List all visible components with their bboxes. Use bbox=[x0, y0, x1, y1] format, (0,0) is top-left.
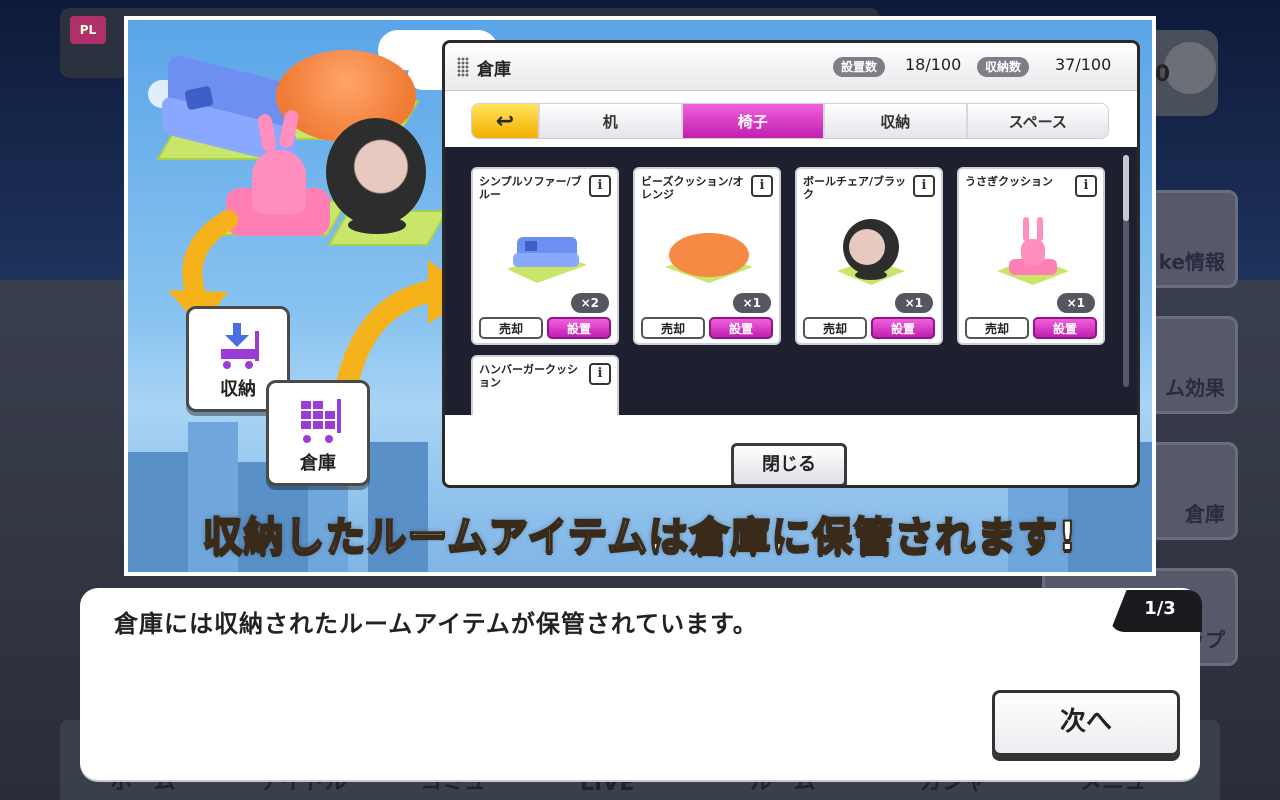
item-name: シンプルソファー/ブルー bbox=[479, 175, 582, 201]
tab-storage[interactable]: 収納 bbox=[825, 104, 968, 138]
tutorial-image: 収納 倉庫 倉庫 設置数 18/100 収納数 37/100 ↩ 机 椅子 収納… bbox=[128, 20, 1152, 572]
back-arrow-icon[interactable]: ↩ bbox=[472, 104, 540, 138]
ball-chair-illustration bbox=[326, 118, 426, 226]
stored-count-value: 37/100 bbox=[1055, 55, 1112, 74]
item-quantity: ×1 bbox=[732, 293, 771, 313]
item-quantity: ×1 bbox=[1056, 293, 1095, 313]
info-icon[interactable]: i bbox=[1075, 175, 1097, 197]
place-button[interactable]: 設置 bbox=[1033, 317, 1097, 339]
place-button[interactable]: 設置 bbox=[709, 317, 773, 339]
item-name: うさぎクッション bbox=[965, 175, 1053, 188]
bunny-cushion-illustration bbox=[252, 150, 306, 214]
cart-warehouse-icon bbox=[301, 399, 341, 443]
caption-text-after: に保管されます! bbox=[770, 513, 1078, 561]
warehouse-header: 倉庫 設置数 18/100 収納数 37/100 bbox=[445, 43, 1137, 91]
info-icon[interactable]: i bbox=[751, 175, 773, 197]
cart-store-icon bbox=[221, 323, 259, 369]
warehouse-action-label: 倉庫 bbox=[300, 453, 336, 474]
placed-count-label: 設置数 bbox=[833, 57, 886, 77]
item-name: ボールチェア/ブラック bbox=[803, 175, 907, 201]
info-icon[interactable]: i bbox=[589, 175, 611, 197]
tutorial-caption: 収納したルームアイテムは倉庫に保管されます! bbox=[128, 504, 1152, 562]
sofa-thumbnail bbox=[507, 237, 587, 283]
caption-text-before: 収納したルームアイテムは bbox=[201, 513, 690, 561]
dialog-message: 倉庫には収納されたルームアイテムが保管されています。 bbox=[114, 610, 758, 638]
grip-icon bbox=[457, 57, 469, 77]
ball-chair-stand bbox=[348, 216, 406, 234]
bunny-cushion-thumbnail bbox=[997, 217, 1069, 285]
item-card[interactable]: ハンバーガークッション i bbox=[471, 355, 619, 421]
item-quantity: ×2 bbox=[570, 293, 609, 313]
caption-highlight: 倉庫 bbox=[688, 513, 772, 561]
tab-chair[interactable]: 椅子 bbox=[682, 104, 825, 138]
page-indicator: 1/3 bbox=[1144, 598, 1176, 619]
sell-button[interactable]: 売却 bbox=[803, 317, 867, 339]
close-button[interactable]: 閉じる bbox=[731, 443, 847, 485]
place-button[interactable]: 設置 bbox=[871, 317, 935, 339]
tab-desk[interactable]: 机 bbox=[540, 104, 683, 138]
item-card[interactable]: ボールチェア/ブラック i ×1 売却 設置 bbox=[795, 167, 943, 345]
background-currency-value: 0 bbox=[1154, 62, 1170, 87]
warehouse-title: 倉庫 bbox=[477, 60, 511, 80]
category-tabs: ↩ 机 椅子 収納 スペース bbox=[471, 103, 1109, 139]
item-grid[interactable]: シンプルソファー/ブルー i ×2 売却 設置 ビーズクッション/オレンジ i bbox=[445, 147, 1137, 421]
place-button[interactable]: 設置 bbox=[547, 317, 611, 339]
bean-cushion-thumbnail bbox=[665, 233, 753, 283]
item-name: ハンバーガークッション bbox=[479, 363, 578, 389]
next-button[interactable]: 次へ bbox=[992, 690, 1180, 756]
placed-count-value: 18/100 bbox=[905, 55, 962, 74]
info-icon[interactable]: i bbox=[589, 363, 611, 385]
ball-chair-thumbnail bbox=[837, 219, 905, 285]
stored-count-label: 収納数 bbox=[977, 57, 1030, 77]
warehouse-panel: 倉庫 設置数 18/100 収納数 37/100 ↩ 机 椅子 収納 スペース … bbox=[442, 40, 1140, 488]
tutorial-image-frame: 収納 倉庫 倉庫 設置数 18/100 収納数 37/100 ↩ 机 椅子 収納… bbox=[124, 16, 1156, 576]
info-icon[interactable]: i bbox=[913, 175, 935, 197]
item-card[interactable]: ビーズクッション/オレンジ i ×1 売却 設置 bbox=[633, 167, 781, 345]
item-card[interactable]: シンプルソファー/ブルー i ×2 売却 設置 bbox=[471, 167, 619, 345]
sell-button[interactable]: 売却 bbox=[479, 317, 543, 339]
background-play-tag: PL bbox=[70, 16, 106, 44]
warehouse-action-card: 倉庫 bbox=[266, 380, 370, 486]
tab-space[interactable]: スペース bbox=[967, 104, 1108, 138]
sell-button[interactable]: 売却 bbox=[641, 317, 705, 339]
scrollbar-thumb[interactable] bbox=[1123, 155, 1129, 221]
item-quantity: ×1 bbox=[894, 293, 933, 313]
item-card[interactable]: うさぎクッション i ×1 売却 設置 bbox=[957, 167, 1105, 345]
item-name: ビーズクッション/オレンジ bbox=[641, 175, 744, 201]
sell-button[interactable]: 売却 bbox=[965, 317, 1029, 339]
background-currency-icon bbox=[1164, 42, 1216, 94]
